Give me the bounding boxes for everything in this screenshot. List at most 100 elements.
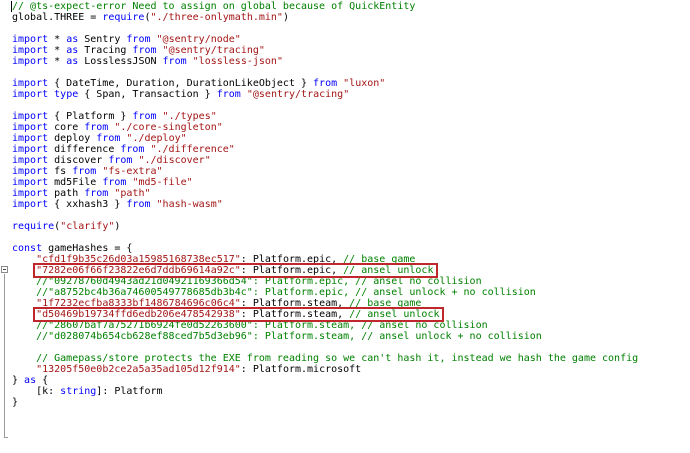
code-line: //"d028074b654cb628ef88ced7b5d3eb96": Pl…: [12, 331, 682, 342]
code-token: : Platform.steam,: [240, 309, 350, 320]
comment-token: // base game: [349, 298, 422, 309]
keyword-token: const: [12, 243, 43, 254]
code-line: import path from "path": [12, 188, 682, 199]
keyword-token: from: [120, 144, 145, 155]
keyword-token: as: [66, 56, 79, 67]
code-token: *: [48, 56, 67, 67]
string-token: "./core-singleton": [114, 122, 223, 133]
code-line: // Gamepass/store protects the EXE from …: [12, 353, 682, 364]
string-token: "./three-onlymath.min": [150, 12, 283, 23]
fold-toggle-icon[interactable]: [1, 266, 8, 273]
string-token: "@sentry/tracing": [162, 45, 265, 56]
code-line: import * as Tracing from "@sentry/tracin…: [12, 45, 682, 56]
keyword-token: import: [12, 144, 49, 155]
keyword-token: import: [12, 122, 49, 133]
code-token: fs: [48, 166, 73, 177]
code-token: ): [114, 221, 121, 232]
code-area[interactable]: // @ts-expect-error Need to assign on gl…: [12, 1, 682, 408]
fold-end-marker: [4, 437, 8, 438]
keyword-token: as: [24, 375, 37, 386]
code-token: difference: [48, 144, 121, 155]
code-token: : Platform.steam,: [240, 298, 350, 309]
code-token: }: [12, 397, 19, 408]
code-token: path: [48, 188, 85, 199]
code-line: // @ts-expect-error Need to assign on gl…: [12, 1, 682, 12]
string-token: "clarify": [60, 221, 115, 232]
code-line: import * as Sentry from "@sentry/node": [12, 34, 682, 45]
string-token: "hash-wasm": [156, 199, 223, 210]
code-line: //"a8752bc4b36a74600549778685db3b4c": Pl…: [12, 287, 682, 298]
keyword-token: from: [126, 199, 151, 210]
code-token: deploy: [48, 133, 97, 144]
keyword-token: from: [72, 166, 97, 177]
keyword-token: import: [12, 155, 49, 166]
keyword-token: require: [12, 221, 55, 232]
code-line: require("clarify"): [12, 221, 682, 232]
code-token: Sentry: [78, 34, 127, 45]
code-line: global.THREE = require("./three-onlymath…: [12, 12, 682, 23]
code-line: "cfd1f9b35c26d03a15985168738ec517": Plat…: [12, 254, 682, 265]
keyword-token: import: [12, 199, 49, 210]
code-line: import md5File from "md5-file": [12, 177, 682, 188]
code-line: "13205f50e0b2ce2a5a35ad105d12f914": Plat…: [12, 364, 682, 375]
code-token: LosslessJSON: [78, 56, 163, 67]
string-token: "md5-file": [132, 177, 193, 188]
comment-token: //"28607baf7a75271b6924fe0d52263600": Pl…: [12, 320, 488, 331]
string-token: "13205f50e0b2ce2a5a35ad105d12f914": [36, 364, 241, 375]
keyword-token: import: [12, 45, 49, 56]
code-line: //"28607baf7a75271b6924fe0d52263600": Pl…: [12, 320, 682, 331]
comment-token: //"d028074b654cb628ef88ced7b5d3eb96": Pl…: [12, 331, 542, 342]
string-token: "7282e06f66f23822e6d7ddb69614a92c": [36, 265, 241, 276]
code-line: import fs from "fs-extra": [12, 166, 682, 177]
code-token: { DateTime, Duration, DurationLikeObject…: [48, 78, 314, 89]
keyword-token: from: [132, 111, 157, 122]
code-line: "1f7232ecfba8333bf1486784696c06c4": Plat…: [12, 298, 682, 309]
code-token: : Platform.epic,: [240, 254, 344, 265]
code-token: { xxhash3 }: [48, 199, 127, 210]
keyword-token: from: [132, 45, 157, 56]
code-token: { Span, Transaction }: [78, 89, 217, 100]
keyword-token: from: [84, 122, 109, 133]
code-token: }: [12, 375, 25, 386]
comment-token: // Gamepass/store protects the EXE from …: [12, 353, 639, 364]
code-line: import { xxhash3 } from "hash-wasm": [12, 199, 682, 210]
string-token: "1f7232ecfba8333bf1486784696c06c4": [36, 298, 241, 309]
code-line: import core from "./core-singleton": [12, 122, 682, 133]
keyword-token: import: [12, 78, 49, 89]
code-line: import { Platform } from "./types": [12, 111, 682, 122]
keyword-token: import: [12, 111, 49, 122]
code-token: discover: [48, 155, 109, 166]
code-line: import discover from "./discover": [12, 155, 682, 166]
code-token: core: [48, 122, 85, 133]
code-line: [k: string]: Platform: [12, 386, 682, 397]
code-token: gameHashes = {: [42, 243, 133, 254]
keyword-token: as: [66, 34, 79, 45]
keyword-token: from: [108, 155, 133, 166]
code-token: Tracing: [78, 45, 133, 56]
keyword-token: from: [96, 133, 121, 144]
keyword-token: from: [84, 188, 109, 199]
code-token: ]: Platform: [96, 386, 163, 397]
string-token: "@sentry/node": [156, 34, 241, 45]
keyword-token: from: [162, 56, 187, 67]
code-line: import { DateTime, Duration, DurationLik…: [12, 78, 682, 89]
code-token: [k:: [12, 386, 61, 397]
string-token: "lossless-json": [192, 56, 283, 67]
code-token: *: [48, 45, 67, 56]
code-editor[interactable]: // @ts-expect-error Need to assign on gl…: [0, 0, 690, 453]
string-token: "./types": [162, 111, 217, 122]
string-token: "cfd1f9b35c26d03a15985168738ec517": [36, 254, 241, 265]
keyword-token: type: [54, 89, 79, 100]
fold-guide-line: [4, 274, 5, 437]
keyword-token: import: [12, 133, 49, 144]
comment-token: // ansel unlock: [349, 309, 440, 320]
fold-gutter: [0, 0, 8, 453]
comment-token: // ansel unlock: [343, 265, 434, 276]
